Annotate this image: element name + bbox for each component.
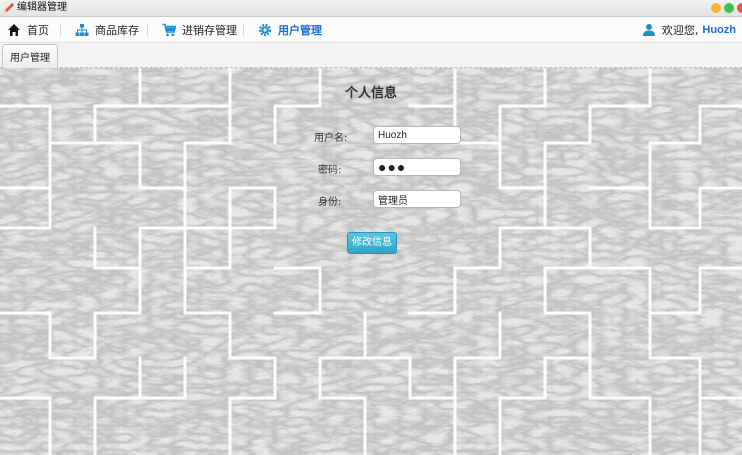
nav-item-inventory[interactable]: 商品库存 [75, 17, 139, 43]
username-input[interactable] [373, 126, 461, 144]
content-area: 个人信息 用户名: 密码: ●●● 身份: 修改信息 [0, 68, 742, 455]
background-texture [0, 68, 742, 455]
window-title: 编辑器管理 [17, 2, 67, 13]
pencil-icon [4, 3, 14, 13]
password-input[interactable]: ●●● [373, 158, 461, 176]
window-title-bar: 编辑器管理 [0, 0, 742, 17]
user-info: 欢迎您, Huozh [642, 17, 736, 43]
top-navigation: 首页 商品库存 进销存管理 用户管理 欢迎您, Huozh [0, 17, 742, 43]
nav-divider [147, 25, 148, 36]
gear-icon [258, 23, 272, 37]
tab-strip: 用户管理 [0, 43, 742, 68]
cart-icon [162, 23, 176, 37]
nav-label-user-management: 用户管理 [278, 24, 322, 37]
page-title: 个人信息 [344, 86, 397, 101]
current-username: Huozh [702, 24, 736, 36]
maximize-button[interactable] [724, 3, 734, 13]
user-icon [642, 24, 655, 36]
nav-label-home: 首页 [27, 24, 49, 37]
sitemap-icon [75, 24, 89, 36]
nav-item-home[interactable]: 首页 [7, 17, 49, 43]
tab-user-management[interactable]: 用户管理 [2, 44, 58, 68]
nav-item-stock-management[interactable]: 进销存管理 [162, 17, 237, 43]
welcome-text: 欢迎您, [661, 24, 699, 37]
nav-divider [243, 25, 244, 36]
nav-divider [60, 25, 61, 36]
nav-label-stock-management: 进销存管理 [182, 24, 237, 37]
nav-label-inventory: 商品库存 [95, 24, 139, 37]
role-input[interactable] [373, 190, 461, 208]
close-button[interactable] [737, 3, 742, 13]
role-label: 身份: [318, 197, 342, 208]
modify-info-button[interactable]: 修改信息 [347, 232, 397, 254]
nav-item-user-management[interactable]: 用户管理 [258, 17, 322, 43]
password-label: 密码: [318, 165, 342, 176]
home-icon [8, 24, 20, 36]
username-label: 用户名: [314, 133, 348, 144]
minimize-button[interactable] [711, 3, 721, 13]
